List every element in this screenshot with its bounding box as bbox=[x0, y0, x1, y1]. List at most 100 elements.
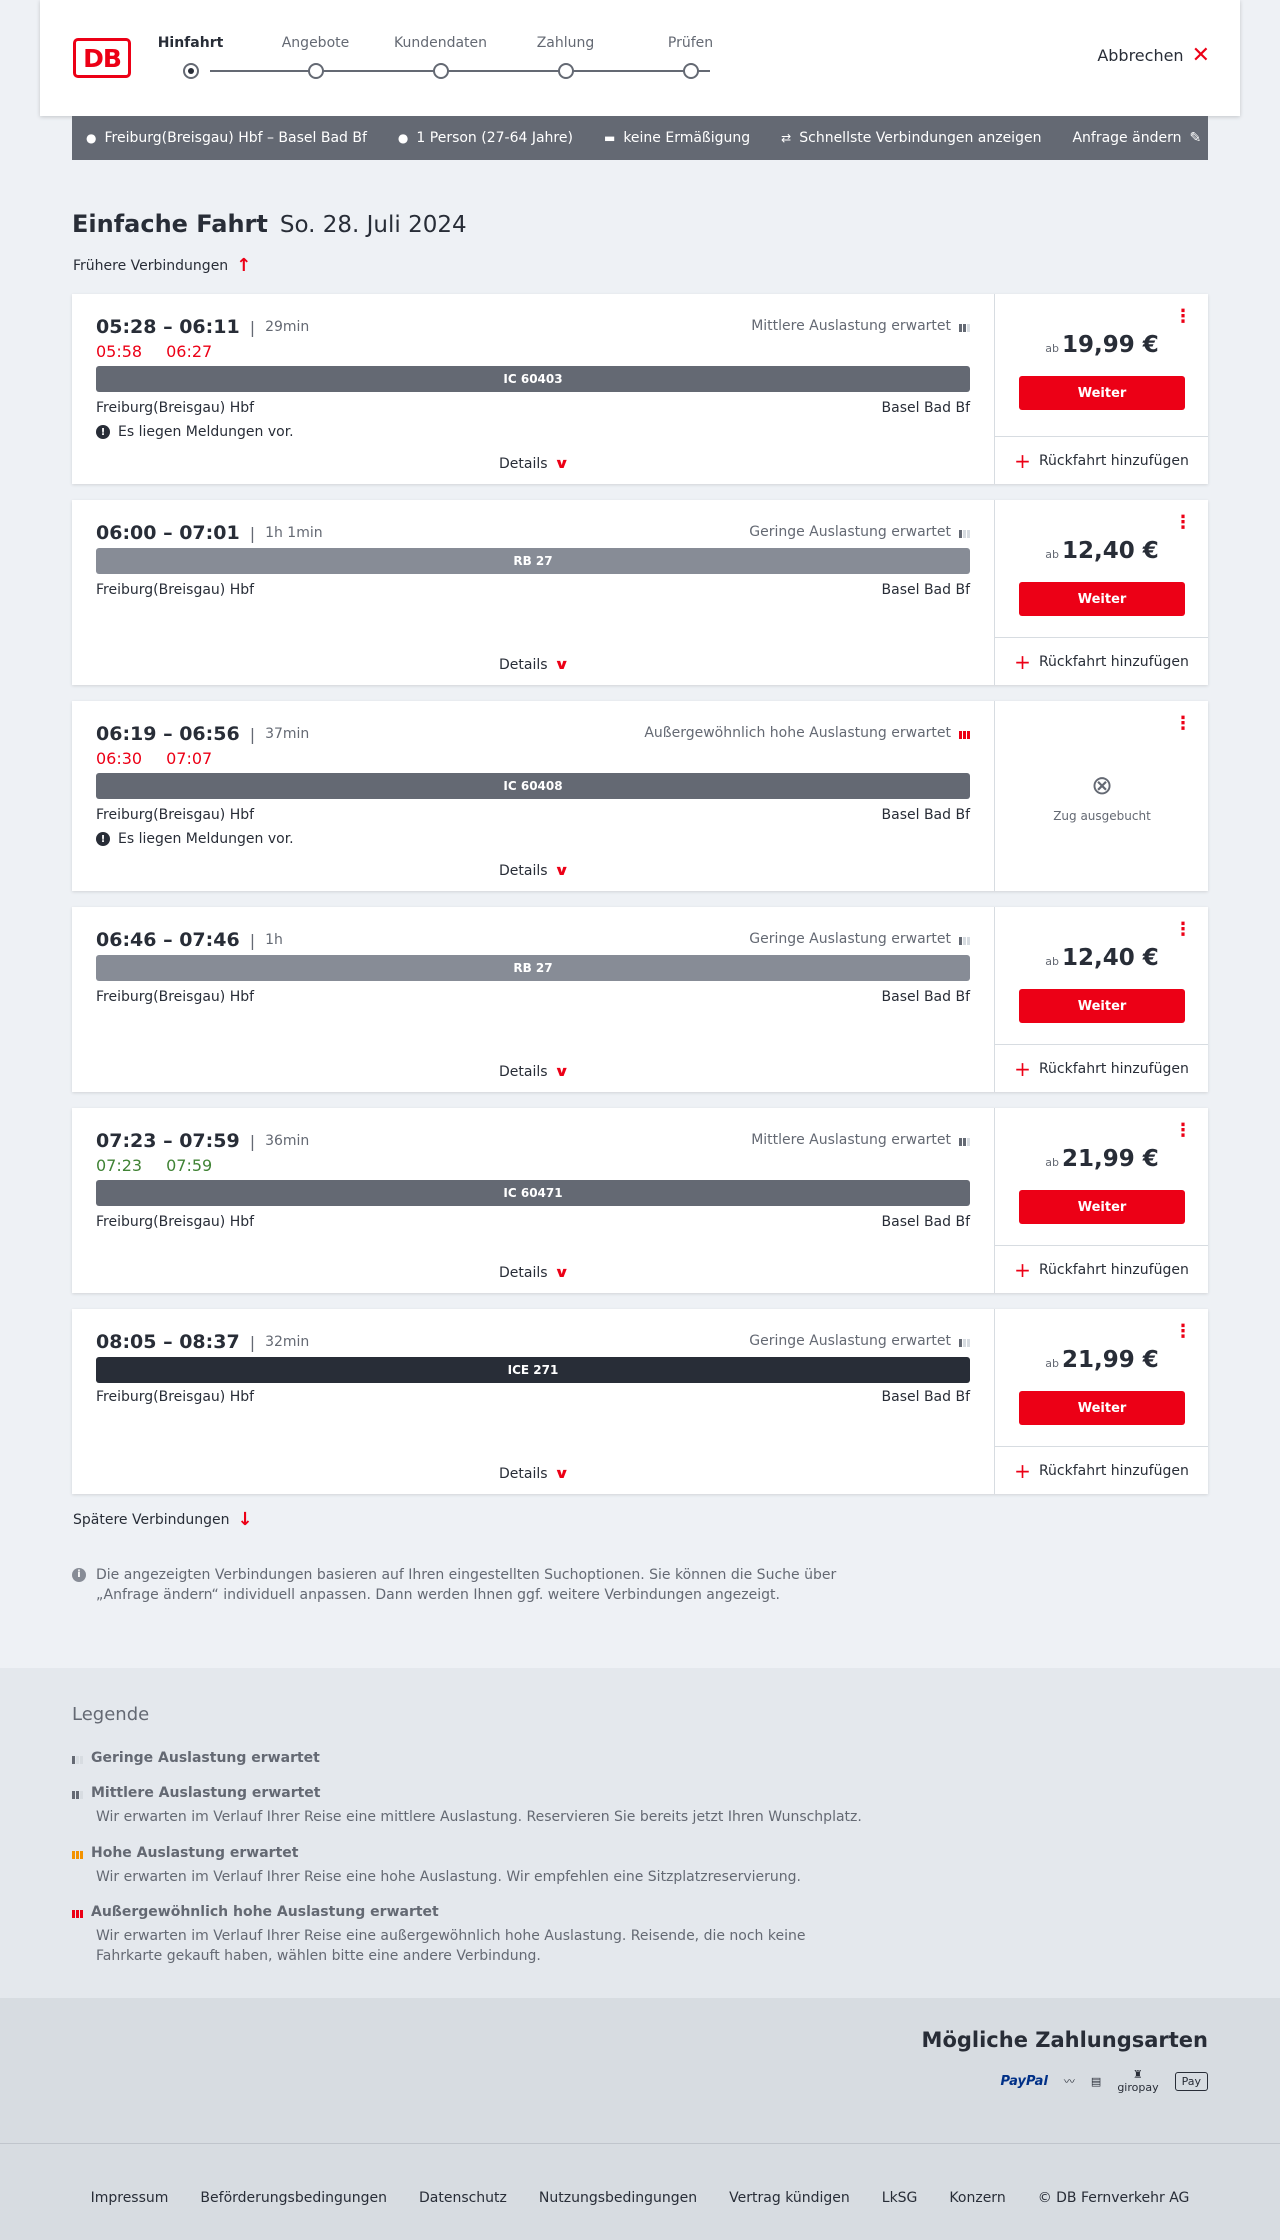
chevron-down-icon: ∨ bbox=[553, 863, 570, 879]
discount-text: keine Ermäßigung bbox=[623, 130, 751, 146]
more-options-icon[interactable]: ⋮ bbox=[1174, 921, 1192, 939]
add-return-trip-button[interactable]: + Rückfahrt hinzufügen bbox=[995, 436, 1208, 484]
info-icon: i bbox=[72, 1568, 86, 1582]
occupancy-level-icon bbox=[72, 1906, 83, 1918]
earlier-connections-link[interactable]: Frühere Verbindungen ↑ bbox=[73, 257, 251, 275]
continue-button[interactable]: Weiter bbox=[1019, 1391, 1185, 1425]
occupancy-level-icon bbox=[72, 1847, 83, 1859]
details-label: Details bbox=[499, 1064, 548, 1080]
departure-arrival-time: 06:19 – 06:56 bbox=[96, 723, 240, 745]
price: ab 19,99 € bbox=[995, 332, 1209, 358]
legend-title: Legende bbox=[72, 1704, 150, 1725]
booked-out-info: ⊗ Zug ausgebucht bbox=[995, 771, 1209, 823]
change-request-button[interactable]: Anfrage ändern ✎ bbox=[1072, 130, 1201, 146]
footer-link[interactable]: Impressum bbox=[91, 2190, 169, 2206]
person-icon: ● bbox=[397, 131, 409, 145]
continue-button[interactable]: Weiter bbox=[1019, 1190, 1185, 1224]
duration: 1h bbox=[265, 932, 283, 948]
connection-card: 06:46 – 07:46 | 1h Geringe Auslastung erwar… bbox=[72, 907, 1208, 1092]
connection-card: 08:05 – 08:37 | 32min Geringe Auslastung er… bbox=[72, 1309, 1208, 1494]
more-options-icon[interactable]: ⋮ bbox=[1174, 715, 1192, 733]
notice-message[interactable]: ! Es liegen Meldungen vor. bbox=[96, 831, 294, 847]
add-return-trip-button[interactable]: + Rückfahrt hinzufügen bbox=[995, 1245, 1208, 1293]
connection-details: 05:28 – 06:11 | 29min 05:58 06:27 Mittlere Au… bbox=[72, 294, 994, 484]
train-bar[interactable]: IC 60471 bbox=[96, 1180, 970, 1206]
connection-times: 08:05 – 08:37 | 32min bbox=[96, 1331, 309, 1353]
swap-arrows-icon: ⇄ bbox=[781, 131, 792, 145]
add-return-trip-button[interactable]: + Rückfahrt hinzufügen bbox=[995, 1446, 1208, 1494]
price-value: 21,99 € bbox=[1061, 1347, 1159, 1373]
train-bar[interactable]: IC 60403 bbox=[96, 366, 970, 392]
train-bar[interactable]: RB 27 bbox=[96, 548, 970, 574]
footer-link: © DB Fernverkehr AG bbox=[1037, 2190, 1190, 2206]
connection-times: 06:19 – 06:56 | 37min bbox=[96, 723, 309, 745]
footer-link[interactable]: Konzern bbox=[949, 2190, 1005, 2206]
realtime-times: 05:58 06:27 bbox=[96, 342, 212, 361]
fastest-toggle[interactable]: ⇄ Schnellste Verbindungen anzeigen bbox=[781, 130, 1041, 146]
step-dot-icon bbox=[308, 63, 324, 79]
legend-item-title: Mittlere Auslastung erwartet bbox=[91, 1785, 321, 1801]
footer-link[interactable]: Beförderungsbedingungen bbox=[200, 2190, 387, 2206]
notice-message[interactable]: ! Es liegen Meldungen vor. bbox=[96, 424, 294, 440]
legend-item-title: Hohe Auslastung erwartet bbox=[91, 1845, 299, 1861]
cancel-button[interactable]: Abbrechen ✕ bbox=[1097, 44, 1210, 66]
details-toggle[interactable]: Details ∨ bbox=[72, 1265, 994, 1281]
persons-info[interactable]: ● 1 Person (27-64 Jahre) bbox=[398, 130, 573, 146]
train-bar[interactable]: RB 27 bbox=[96, 955, 970, 981]
add-return-trip-button[interactable]: + Rückfahrt hinzufügen bbox=[995, 637, 1208, 685]
train-bar[interactable]: ICE 271 bbox=[96, 1357, 970, 1383]
continue-button[interactable]: Weiter bbox=[1019, 989, 1185, 1023]
origin-station: Freiburg(Breisgau) Hbf bbox=[96, 400, 255, 416]
footer-link[interactable]: Vertrag kündigen bbox=[729, 2190, 850, 2206]
fastest-text: Schnellste Verbindungen anzeigen bbox=[799, 130, 1042, 146]
payment-title: Mögliche Zahlungsarten bbox=[921, 2028, 1208, 2052]
connection-details: 06:00 – 07:01 | 1h 1min Geringe Auslastung … bbox=[72, 500, 994, 685]
giropay-icon: ♜ giropay bbox=[1117, 2068, 1159, 2094]
more-options-icon[interactable]: ⋮ bbox=[1174, 308, 1192, 326]
more-options-icon[interactable]: ⋮ bbox=[1174, 1323, 1192, 1341]
realtime-arrival: 06:27 bbox=[166, 342, 213, 361]
legend-item-desc: Wir erwarten im Verlauf Ihrer Reise eine… bbox=[96, 1928, 806, 1964]
occupancy-label: Geringe Auslastung erwartet bbox=[749, 931, 951, 947]
more-options-icon[interactable]: ⋮ bbox=[1174, 1122, 1192, 1140]
details-toggle[interactable]: Details ∨ bbox=[72, 863, 994, 879]
footer: Impressum Beförderungsbedingungen Datensch… bbox=[0, 2143, 1280, 2240]
warning-icon: ! bbox=[96, 832, 110, 846]
occupancy-icon bbox=[959, 933, 970, 945]
footer-link[interactable]: LkSG bbox=[882, 2190, 918, 2206]
more-options-icon[interactable]: ⋮ bbox=[1174, 514, 1192, 532]
details-toggle[interactable]: Details ∨ bbox=[72, 1466, 994, 1482]
destination-station: Basel Bad Bf bbox=[881, 1214, 970, 1230]
connection-card: 05:28 – 06:11 | 29min 05:58 06:27 Mittlere Au… bbox=[72, 294, 1208, 484]
route-info[interactable]: ● Freiburg(Breisgau) Hbf – Basel Bad Bf bbox=[86, 130, 367, 146]
connection-offer: ⋮ ab 21,99 € Weiter + Rückfahrt hinzufügen bbox=[994, 1108, 1208, 1293]
hint-text: Die angezeigten Verbindungen basieren au… bbox=[96, 1567, 837, 1603]
earlier-label: Frühere Verbindungen bbox=[73, 258, 229, 274]
add-return-trip-button[interactable]: + Rückfahrt hinzufügen bbox=[995, 1044, 1208, 1092]
sepa-icon: ▤ bbox=[1090, 2074, 1102, 2088]
footer-link[interactable]: Datenschutz bbox=[419, 2190, 507, 2206]
legend-item-head: Hohe Auslastung erwartet bbox=[72, 1845, 872, 1861]
separator: | bbox=[249, 523, 256, 543]
duration: 1h 1min bbox=[265, 525, 323, 541]
booked-out-label: Zug ausgebucht bbox=[1053, 809, 1151, 823]
discount-info[interactable]: ▬ keine Ermäßigung bbox=[604, 130, 750, 146]
details-toggle[interactable]: Details ∨ bbox=[72, 1064, 994, 1080]
duration: 37min bbox=[265, 726, 310, 742]
add-return-label: Rückfahrt hinzufügen bbox=[1038, 653, 1189, 670]
price: ab 12,40 € bbox=[995, 538, 1209, 564]
footer-link[interactable]: Nutzungsbedingungen bbox=[539, 2190, 697, 2206]
step-dot-icon bbox=[683, 63, 699, 79]
details-toggle[interactable]: Details ∨ bbox=[72, 657, 994, 673]
step-dot-icon bbox=[183, 63, 199, 79]
step-kundendaten: Kundendaten bbox=[378, 34, 503, 79]
occupancy-info: Geringe Auslastung erwartet bbox=[749, 1333, 970, 1349]
train-bar[interactable]: IC 60408 bbox=[96, 773, 970, 799]
continue-button[interactable]: Weiter bbox=[1019, 582, 1185, 616]
continue-button[interactable]: Weiter bbox=[1019, 376, 1185, 410]
applepay-label: Pay bbox=[1181, 2074, 1201, 2088]
chevron-down-icon: ∨ bbox=[553, 1265, 570, 1281]
later-connections-link[interactable]: Spätere Verbindungen ↓ bbox=[73, 1511, 253, 1529]
db-logo[interactable]: DB bbox=[73, 38, 131, 78]
details-toggle[interactable]: Details ∨ bbox=[72, 456, 994, 472]
